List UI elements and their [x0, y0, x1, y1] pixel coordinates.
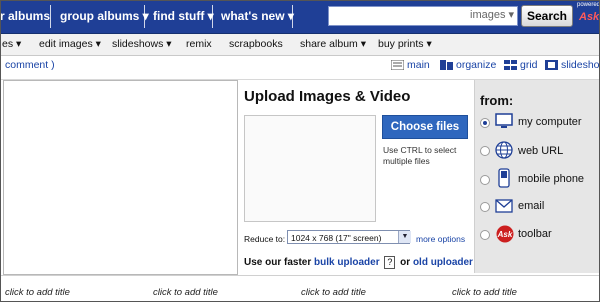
upload-title: Upload Images & Video: [244, 88, 411, 105]
source-label-toolbar[interactable]: toolbar: [518, 228, 552, 240]
view-organize-link[interactable]: organize: [456, 59, 496, 71]
toolbar-buy-prints[interactable]: buy prints ▾: [378, 34, 432, 55]
toolbar-scrapbooks[interactable]: scrapbooks: [229, 34, 283, 55]
source-radio-my-computer[interactable]: [480, 118, 490, 128]
comment-link[interactable]: comment ): [5, 59, 55, 71]
toolbar-remix[interactable]: remix: [186, 34, 212, 55]
nav-separator: [292, 5, 293, 28]
nav-separator: [144, 5, 145, 28]
view-bar: comment ) main organize grid slidesho: [0, 56, 600, 76]
toolbar-images-menu[interactable]: es ▾: [2, 34, 21, 55]
ask-logo: powered Ask: [577, 2, 600, 30]
mobile-phone-icon: [498, 168, 510, 188]
envelope-icon: [495, 199, 513, 213]
or-text: or: [400, 257, 411, 269]
organize-icon: [440, 60, 453, 70]
powered-by-label: powered: [577, 2, 600, 8]
source-label-mobile-phone[interactable]: mobile phone: [518, 173, 584, 185]
computer-icon: [495, 113, 513, 128]
toolbar-slideshows[interactable]: slideshows ▾: [112, 34, 172, 55]
nav-my-albums[interactable]: r albums: [0, 0, 50, 33]
choose-files-button[interactable]: Choose files: [382, 115, 468, 139]
album-preview-panel: [3, 80, 238, 275]
chevron-down-icon[interactable]: ▼: [398, 231, 411, 243]
ask-toolbar-icon: Ask: [496, 225, 514, 243]
globe-icon: [495, 141, 513, 159]
main-view-icon: [391, 60, 404, 70]
add-title-link[interactable]: click to add title: [452, 287, 517, 298]
ctrl-select-hint: Use CTRL to select multiple files: [383, 145, 457, 166]
search-button[interactable]: Search: [521, 5, 573, 27]
toolbar-share-album[interactable]: share album ▾: [300, 34, 366, 55]
grid-icon: [504, 60, 517, 70]
uploader-options-line: Use our faster bulk uploader ? or old up…: [244, 256, 473, 269]
reduce-size-select[interactable]: 1024 x 768 (17" screen): [287, 230, 410, 244]
source-label-web-url[interactable]: web URL: [518, 145, 563, 157]
svg-text:Ask: Ask: [497, 230, 513, 239]
source-radio-mobile-phone[interactable]: [480, 175, 490, 185]
source-label-my-computer[interactable]: my computer: [518, 116, 582, 128]
source-radio-toolbar[interactable]: [480, 230, 490, 240]
view-slideshow-link[interactable]: slidesho: [561, 59, 600, 71]
slideshow-icon: [545, 60, 558, 70]
toolbar-edit-images[interactable]: edit images ▾: [39, 34, 101, 55]
reduce-to-label: Reduce to:: [244, 234, 286, 244]
add-title-link[interactable]: click to add title: [153, 287, 218, 298]
bulk-uploader-link[interactable]: bulk uploader: [314, 257, 380, 268]
view-grid-link[interactable]: grid: [520, 59, 538, 71]
add-title-link[interactable]: click to add title: [301, 287, 366, 298]
search-scope-select[interactable]: images ▾: [470, 8, 514, 21]
source-radio-web-url[interactable]: [480, 146, 490, 156]
upload-preview-box: [244, 115, 376, 222]
album-toolbar: es ▾ edit images ▾ slideshows ▾ remix sc…: [0, 34, 600, 56]
source-radio-email[interactable]: [480, 202, 490, 212]
nav-separator: [212, 5, 213, 28]
view-main-link[interactable]: main: [407, 59, 430, 71]
faster-prefix: Use our faster: [244, 257, 312, 269]
from-heading: from:: [480, 93, 514, 108]
nav-find-stuff[interactable]: find stuff ▾: [153, 0, 214, 33]
source-label-email[interactable]: email: [518, 200, 544, 212]
help-icon[interactable]: ?: [384, 256, 396, 269]
nav-group-albums[interactable]: group albums ▾: [60, 0, 149, 33]
nav-separator: [50, 5, 51, 28]
ask-brand-label: Ask: [579, 11, 600, 23]
more-options-link[interactable]: more options: [416, 234, 465, 244]
nav-whats-new[interactable]: what's new ▾: [221, 0, 294, 33]
old-uploader-link[interactable]: old uploader: [413, 257, 473, 268]
top-nav-bar: r albums group albums ▾ find stuff ▾ wha…: [0, 0, 600, 34]
add-title-link[interactable]: click to add title: [5, 287, 70, 298]
